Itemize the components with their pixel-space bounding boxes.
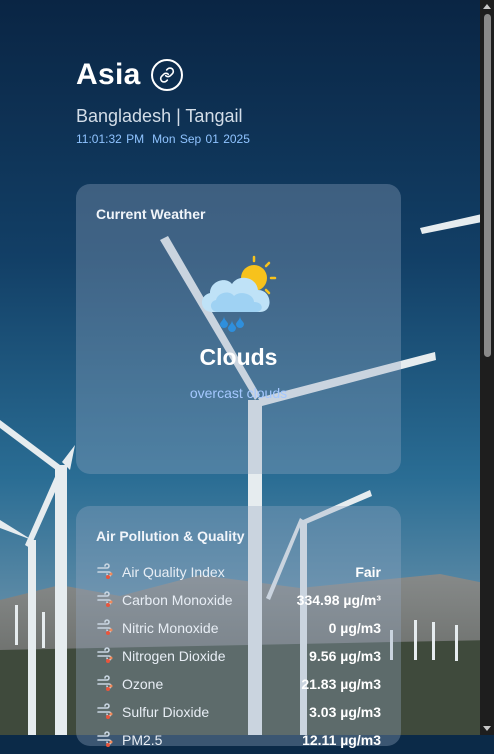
aq-value: 0 µg/m3 (328, 620, 381, 636)
aq-row-no: Nitric Monoxide 0 µg/m3 (96, 614, 381, 642)
air-quality-list: Air Quality Index Fair Carbon Monoxide 3… (96, 558, 381, 754)
aq-label: Nitric Monoxide (122, 620, 219, 636)
location-text: Bangladesh | Tangail (76, 106, 243, 126)
cloud-sun-rain-icon (198, 254, 280, 339)
aq-row-no2: Nitrogen Dioxide 9.56 µg/m3 (96, 642, 381, 670)
aq-label: Carbon Monoxide (122, 592, 233, 608)
aq-value: 334.98 µg/m³ (296, 592, 381, 608)
link-icon (159, 67, 174, 83)
wind-pollution-icon (97, 591, 113, 607)
page-title: Asia (76, 58, 141, 91)
aq-row-pm25: PM2.5 12.11 µg/m3 (96, 726, 381, 754)
current-date: Mon Sep 01 2025 (152, 132, 250, 146)
scroll-down-arrow-icon[interactable] (483, 726, 491, 731)
datetime: 11:01:32 PM Mon Sep 01 2025 (76, 132, 250, 146)
aq-label: Nitrogen Dioxide (122, 648, 226, 664)
aq-row-index: Air Quality Index Fair (96, 558, 381, 586)
location-header: Asia Bangladesh | Tangail 11:01:32 PM Mon… (76, 58, 250, 146)
wind-pollution-icon (97, 703, 113, 719)
weather-condition: Clouds (199, 344, 278, 370)
aq-value: 9.56 µg/m3 (309, 648, 381, 664)
wind-pollution-icon (97, 675, 113, 691)
aq-label: Air Quality Index (122, 564, 225, 580)
wind-pollution-icon (97, 619, 113, 635)
aq-value: 3.03 µg/m3 (309, 704, 381, 720)
weather-description: overcast clouds (189, 385, 288, 401)
wind-pollution-icon (97, 563, 113, 579)
air-quality-title: Air Pollution & Quality (96, 528, 245, 544)
current-weather-card: Current Weather Clouds overcast clouds (76, 184, 401, 474)
scroll-up-arrow-icon[interactable] (483, 4, 491, 9)
current-weather-title: Current Weather (96, 206, 206, 222)
aq-row-ozone: Ozone 21.83 µg/m3 (96, 670, 381, 698)
current-time: 11:01:32 PM (76, 132, 145, 146)
air-quality-card: Air Pollution & Quality Air Quality Inde… (76, 506, 401, 748)
page-scrollbar[interactable] (480, 0, 494, 735)
aq-value: 12.11 µg/m3 (302, 732, 381, 748)
aq-label: Sulfur Dioxide (122, 704, 210, 720)
aq-value: 21.83 µg/m3 (301, 676, 381, 692)
title-row: Asia (76, 58, 250, 92)
aq-row-co: Carbon Monoxide 334.98 µg/m³ (96, 586, 381, 614)
share-link-button[interactable] (150, 59, 183, 91)
aq-label: PM2.5 (122, 732, 163, 748)
wind-pollution-icon (97, 647, 113, 663)
aq-row-so2: Sulfur Dioxide 3.03 µg/m3 (96, 698, 381, 726)
scrollbar-thumb[interactable] (484, 14, 491, 357)
aq-value: Fair (355, 564, 381, 580)
wind-pollution-icon (97, 731, 113, 747)
aq-label: Ozone (122, 676, 164, 692)
